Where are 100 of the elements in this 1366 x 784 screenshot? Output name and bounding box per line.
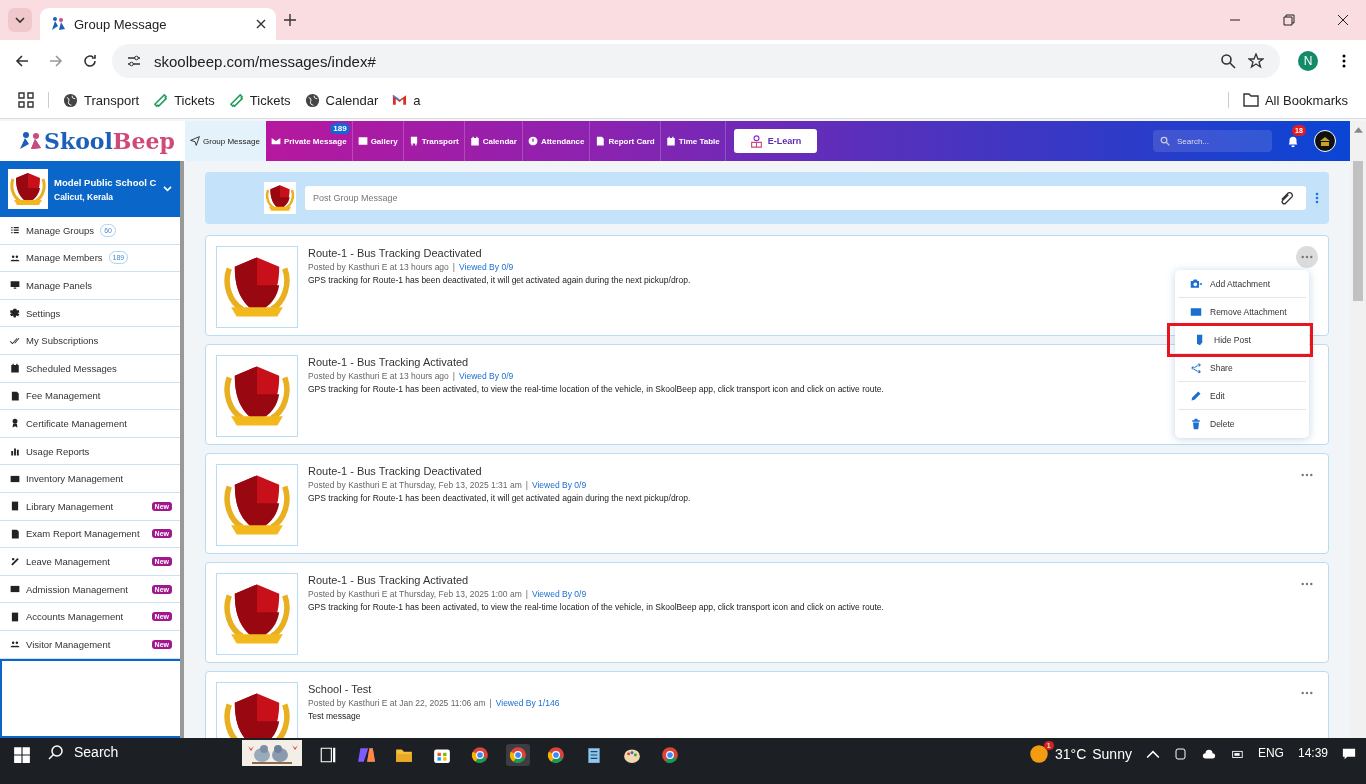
search-icon (48, 744, 64, 760)
menu-item-icon (10, 446, 20, 457)
globe-icon (304, 92, 320, 108)
nav-tab[interactable]: Calendar (464, 121, 523, 161)
taskbar-search[interactable]: Search (48, 744, 228, 760)
chevron-down-icon (15, 15, 25, 25)
nav-icon (527, 136, 538, 146)
viewed-by-link[interactable]: Viewed By 0/9 (459, 371, 514, 381)
bookmark[interactable]: Tickets (228, 92, 291, 108)
forward-icon[interactable] (48, 53, 64, 69)
chevron-down-icon (163, 185, 172, 193)
menu-item-icon (10, 363, 20, 374)
tab-title: Group Message (74, 16, 168, 32)
nav-icon (270, 136, 281, 146)
zoom-icon[interactable] (1220, 53, 1236, 69)
tab-list-button[interactable] (8, 8, 32, 32)
sun-icon (1028, 744, 1049, 764)
scroll-up-icon[interactable] (1353, 127, 1363, 133)
language-indicator[interactable]: ENG (1257, 746, 1284, 760)
restore-icon[interactable] (1283, 14, 1295, 26)
crest-logo (264, 182, 296, 214)
scrollbar-thumb[interactable] (1353, 161, 1363, 301)
menu-item-icon (10, 225, 20, 236)
menu-item-icon (10, 308, 20, 319)
search-field[interactable]: Search... (1175, 135, 1259, 147)
alert-badge: 1 (1043, 741, 1054, 750)
bookmark[interactable]: a (392, 92, 421, 108)
post-title: Route-1 - Bus Tracking Deactivated (308, 247, 482, 259)
nav-tab[interactable]: Report Card (590, 121, 661, 161)
mail-icon (392, 94, 408, 106)
apps-icon[interactable] (18, 92, 34, 108)
viewed-by-link[interactable]: Viewed By 1/146 (495, 698, 560, 708)
site-settings-icon[interactable] (126, 53, 142, 69)
star-icon[interactable] (1248, 53, 1264, 69)
sidebar-item[interactable]: Fee Management (0, 382, 180, 411)
nav-tab[interactable]: Transport (403, 121, 465, 161)
ticket-icon (153, 92, 169, 108)
menu-item-icon (1190, 305, 1202, 318)
menu-item-icon (1190, 418, 1202, 430)
sidebar-item[interactable]: Manage Panels (0, 272, 180, 300)
notifications-icon[interactable] (1342, 747, 1356, 761)
sidebar-item[interactable]: Inventory Management (0, 465, 180, 493)
nav-icon (665, 136, 676, 146)
menu-item-icon (10, 473, 20, 484)
menu-item[interactable]: Add Attachment (1178, 270, 1306, 298)
more-button[interactable] (1296, 246, 1318, 268)
menu-item[interactable]: Edit (1178, 382, 1306, 410)
browser-tab[interactable]: Group Message (40, 8, 276, 40)
nav-tab[interactable]: Private Message 189 (265, 121, 353, 161)
menu-item[interactable]: Remove Attachment (1178, 298, 1306, 326)
separator-text: | (525, 480, 528, 490)
cloud-icon[interactable] (1201, 747, 1216, 761)
e-learn-button[interactable]: E-Learn (733, 129, 818, 153)
bell-icon[interactable] (1286, 134, 1300, 148)
menu-item-icon (10, 639, 20, 650)
back-icon[interactable] (14, 53, 30, 69)
viewed-by-link[interactable]: Viewed By 0/9 (531, 480, 587, 490)
nav-tab[interactable]: Group Message (185, 121, 266, 161)
more-icon (1301, 255, 1313, 259)
menu-item-icon (10, 611, 20, 622)
new-tab-icon[interactable] (284, 14, 296, 26)
viewed-by-link[interactable]: Viewed By 0/9 (531, 589, 587, 599)
clock[interactable]: 14:39 (1297, 746, 1328, 760)
weather-widget[interactable]: 1 31°C Sunny (1028, 744, 1132, 764)
address-bar[interactable]: skoolbeep.com/messages/index# (112, 44, 1280, 78)
profile-avatar[interactable]: N (1298, 51, 1318, 71)
sidebar-item[interactable]: My Subscriptions (0, 327, 180, 355)
menu-item[interactable]: Hide Post (1170, 326, 1310, 354)
more-vertical-icon[interactable] (1315, 192, 1319, 204)
paperclip-icon[interactable] (1279, 190, 1294, 206)
menu-item-icon (10, 335, 20, 346)
sidebar-item[interactable]: Settings (0, 299, 180, 328)
nav-tab[interactable]: Attendance (522, 121, 591, 161)
separator-text: | (452, 371, 456, 381)
reload-icon[interactable] (82, 53, 98, 69)
viewed-by-link[interactable]: Viewed By 0/9 (459, 262, 514, 272)
close-icon[interactable] (1337, 14, 1349, 26)
bookmark[interactable]: Tickets (153, 92, 215, 108)
nav-tab[interactable]: Time Table (660, 121, 726, 161)
nav-tab[interactable]: Gallery (352, 121, 404, 161)
sidebar-item[interactable]: Usage Reports (0, 437, 180, 466)
sidebar-item[interactable]: Scheduled Messages (0, 354, 180, 383)
menu-item[interactable]: Share (1178, 354, 1306, 382)
skoolbeep-logo[interactable]: SkoolBeep (0, 121, 185, 161)
post-title: School - Test (308, 683, 372, 695)
menu-item[interactable]: Delete (1178, 410, 1306, 438)
nav-icon (595, 136, 606, 146)
post-title: Route-1 - Bus Tracking Activated (308, 356, 469, 368)
bookmark[interactable]: Transport (63, 92, 140, 108)
search-box[interactable]: Search... (1153, 130, 1272, 152)
user-avatar[interactable] (1314, 130, 1336, 152)
school-switcher[interactable]: Model Public School C Calicut, Kerala (0, 161, 180, 217)
post-message-box[interactable]: Post Group Message (305, 186, 1306, 210)
all-bookmarks-button[interactable]: All Bookmarks (1242, 92, 1348, 108)
post-title: Route-1 - Bus Tracking Deactivated (308, 465, 482, 477)
chrome-icon[interactable] (506, 744, 530, 766)
close-icon[interactable] (256, 19, 266, 29)
sidebar-item[interactable]: Certificate Management (0, 410, 180, 438)
bookmark[interactable]: Calendar (304, 92, 379, 108)
menu-item-icon (10, 584, 20, 594)
